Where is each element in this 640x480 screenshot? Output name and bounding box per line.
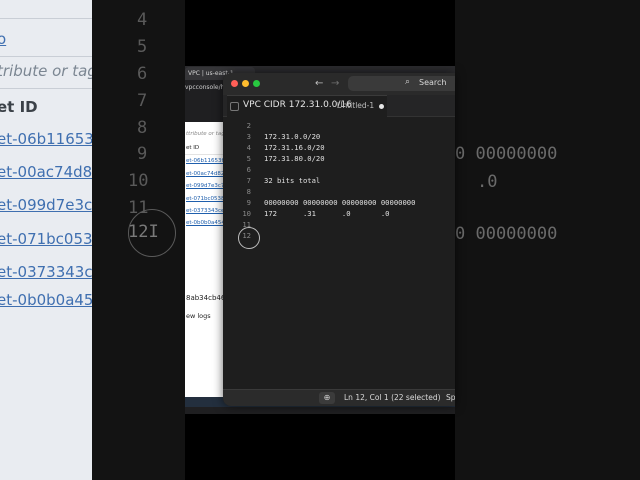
editor-tab-bar: VPC CIDR 172.31.0.0/16 Untitled-1 — [223, 95, 455, 117]
background-line-number: 8 — [137, 118, 148, 138]
indentation-setting[interactable]: Sp — [446, 393, 455, 402]
editor-titlebar: ← → ⌕ Search — [223, 73, 455, 95]
subnet-link[interactable]: et-0b0b0a454 — [186, 220, 225, 226]
background-text: et-071bc0538e — [0, 230, 92, 248]
close-window-button[interactable] — [231, 80, 238, 87]
line-number: 9 — [246, 198, 251, 207]
editor-tab-title: VPC CIDR 172.31.0.0/16 — [243, 100, 352, 110]
back-arrow-icon[interactable]: ← — [315, 78, 323, 89]
code-line[interactable]: 172 .31 .0 .0 — [264, 209, 390, 218]
background-editor-right: 0 00000000 .0 0 00000000 — [455, 0, 640, 480]
subnet-link[interactable]: et-00ac74d82a — [186, 171, 228, 177]
editor-tab-active[interactable]: VPC CIDR 172.31.0.0/16 Untitled-1 — [227, 95, 387, 117]
background-page-left: o tribute or tag et ID et-06b11653f7 et-… — [0, 0, 92, 480]
divider — [185, 154, 225, 155]
background-text: o — [0, 30, 7, 48]
line-number: 6 — [246, 165, 251, 174]
column-header-subnet-id: et ID — [186, 145, 200, 151]
background-text: et ID — [0, 98, 38, 116]
background-line-number: 4 — [137, 10, 148, 30]
background-text: et-00ac74d82a — [0, 163, 92, 181]
zoom-window-button[interactable] — [253, 80, 260, 87]
code-line[interactable]: 172.31.0.0/20 — [264, 132, 320, 141]
background-line-number: 9 — [137, 144, 148, 164]
divider — [0, 18, 92, 19]
code-line[interactable]: 00000000 00000000 00000000 00000000 — [264, 198, 415, 207]
background-code-text: 0 00000000 — [455, 224, 558, 244]
line-number: 4 — [246, 143, 251, 152]
code-line[interactable]: 172.31.80.0/20 — [264, 154, 325, 163]
background-text: tribute or tag — [0, 62, 92, 80]
code-area[interactable]: 2 3 172.31.0.0/20 4 172.31.16.0/20 5 172… — [223, 117, 455, 393]
forward-arrow-icon[interactable]: → — [331, 78, 339, 89]
file-icon — [230, 102, 239, 111]
browser-url[interactable]: vpcconsole/ho — [185, 84, 228, 91]
background-code-text: .0 — [477, 172, 498, 192]
background-text: et-06b11653f7 — [0, 130, 92, 148]
filter-placeholder[interactable]: ttribute or tag — [186, 131, 225, 137]
editor-tab-subtitle: Untitled-1 — [337, 101, 375, 110]
background-line-number: 10 — [128, 171, 149, 191]
background-text: et-0373343ce8 — [0, 263, 92, 281]
cursor-position[interactable]: Ln 12, Col 1 (22 selected) — [344, 393, 441, 402]
cursor-ring — [238, 227, 260, 249]
subnet-link[interactable]: et-099d7e3c7e — [186, 183, 228, 189]
background-line-number: 6 — [137, 64, 148, 84]
view-logs-link[interactable]: ew logs — [186, 312, 211, 320]
divider — [0, 56, 92, 57]
background-text: et-099d7e3c7e — [0, 196, 92, 214]
line-number: 5 — [246, 154, 251, 163]
subnet-link[interactable]: et-071bc0538e — [186, 196, 228, 202]
resource-id-text: 8ab34cb46 — [186, 294, 226, 302]
search-icon: ⌕ — [405, 77, 411, 87]
unsaved-dot-icon[interactable] — [379, 104, 384, 109]
code-line[interactable]: 32 bits total — [264, 176, 320, 185]
line-number: 2 — [246, 121, 251, 130]
editor-status-bar: ⊕ Ln 12, Col 1 (22 selected) Sp — [223, 389, 455, 406]
search-label: Search — [419, 78, 447, 87]
background-line-number: 7 — [137, 91, 148, 111]
subnet-link[interactable]: et-0373343ce8 — [186, 208, 228, 214]
background-code-text: 0 00000000 — [455, 144, 558, 164]
divider — [0, 88, 92, 89]
code-line[interactable]: 172.31.16.0/20 — [264, 143, 325, 152]
background-line-number: 5 — [137, 37, 148, 57]
line-number: 8 — [246, 187, 251, 196]
line-number: 10 — [242, 209, 251, 218]
background-text: et-0b0b0a454 — [0, 291, 92, 309]
line-number: 7 — [246, 176, 251, 185]
zoom-icon[interactable]: ⊕ — [319, 392, 335, 404]
subnet-link[interactable]: et-06b11653f7 — [186, 158, 227, 164]
cursor-label-magnified: 12I — [128, 222, 159, 242]
line-number: 3 — [246, 132, 251, 141]
search-field[interactable]: ⌕ Search — [348, 76, 455, 91]
minimize-window-button[interactable] — [242, 80, 249, 87]
